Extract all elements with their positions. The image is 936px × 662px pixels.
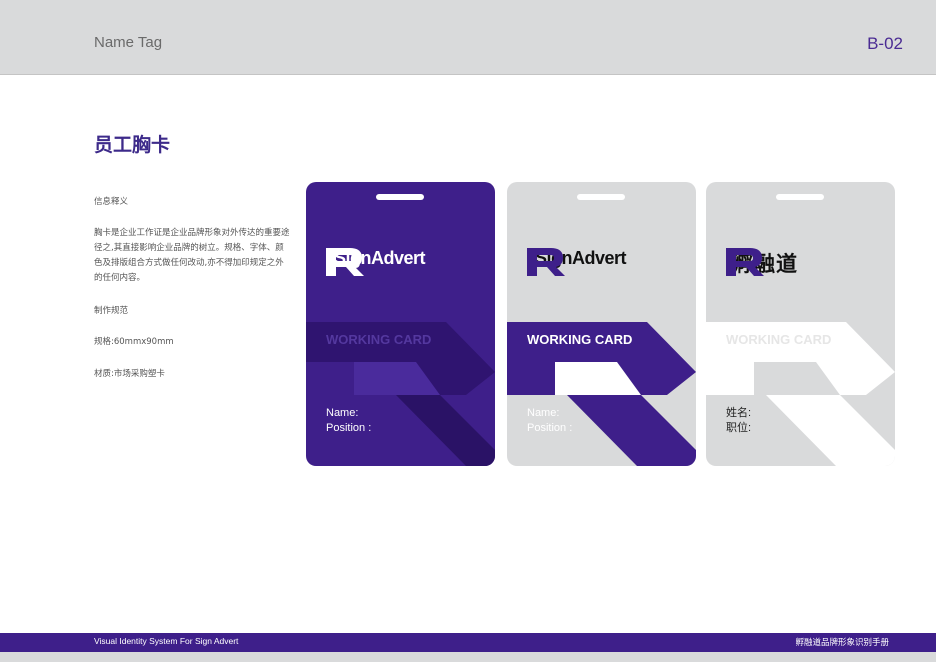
section-title: 员工胸卡 <box>94 134 171 156</box>
desc-heading: 信息释义 <box>94 197 129 207</box>
working-card-label: WORKING CARD <box>527 332 633 347</box>
position-field-label: 职位: <box>726 422 752 434</box>
footer-left-text: Visual Identity System For Sign Advert <box>94 636 239 646</box>
name-field-label: Name: <box>326 407 359 419</box>
page-code: B-02 <box>867 34 903 53</box>
header-title: Name Tag <box>94 34 163 51</box>
brand-logo: SignAdvert <box>527 248 627 276</box>
lanyard-slot <box>376 194 424 200</box>
bottom-strip <box>0 652 936 662</box>
page-footer: Visual Identity System For Sign Advert 孵… <box>0 633 936 652</box>
name-field-label: 姓名: <box>726 407 752 419</box>
name-field-label: Name: <box>527 407 560 419</box>
position-field-label: Position : <box>326 422 372 434</box>
name-card-grey-cn: 孵融道 WORKING CARD 姓名: 职位: <box>706 182 895 466</box>
spec-size: 规格:60mmx90mm <box>94 337 174 347</box>
brand-logo: SignAdvert <box>326 248 426 276</box>
spec-material: 材质:市场采购塑卡 <box>94 369 165 379</box>
card-fields: 姓名: 职位: <box>726 406 751 436</box>
page-header: Name Tag B-02 <box>0 0 936 75</box>
working-card-label: WORKING CARD <box>726 332 832 347</box>
working-card-label: WORKING CARD <box>326 332 432 347</box>
desc-body: 胸卡是企业工作证是企业品牌形象对外传达的重要途径之,其直接影响企业品牌的树立。规… <box>94 228 290 283</box>
footer-right-text: 孵融道品牌形象识别手册 <box>795 638 889 648</box>
position-field-label: Position : <box>527 422 573 434</box>
logo-mark-icon <box>527 248 565 276</box>
brand-logo: 孵融道 <box>726 248 798 278</box>
card-fields: Name: Position : <box>527 406 572 436</box>
card-fields: Name: Position : <box>326 406 371 436</box>
lanyard-slot <box>577 194 625 200</box>
name-card-purple: SignAdvert WORKING CARD Name: Position : <box>306 182 495 466</box>
name-card-grey: SignAdvert WORKING CARD Name: Position : <box>507 182 696 466</box>
logo-mark-icon <box>326 248 364 276</box>
spec-heading: 制作规范 <box>94 306 129 316</box>
logo-mark-icon <box>726 248 764 276</box>
lanyard-slot <box>776 194 824 200</box>
